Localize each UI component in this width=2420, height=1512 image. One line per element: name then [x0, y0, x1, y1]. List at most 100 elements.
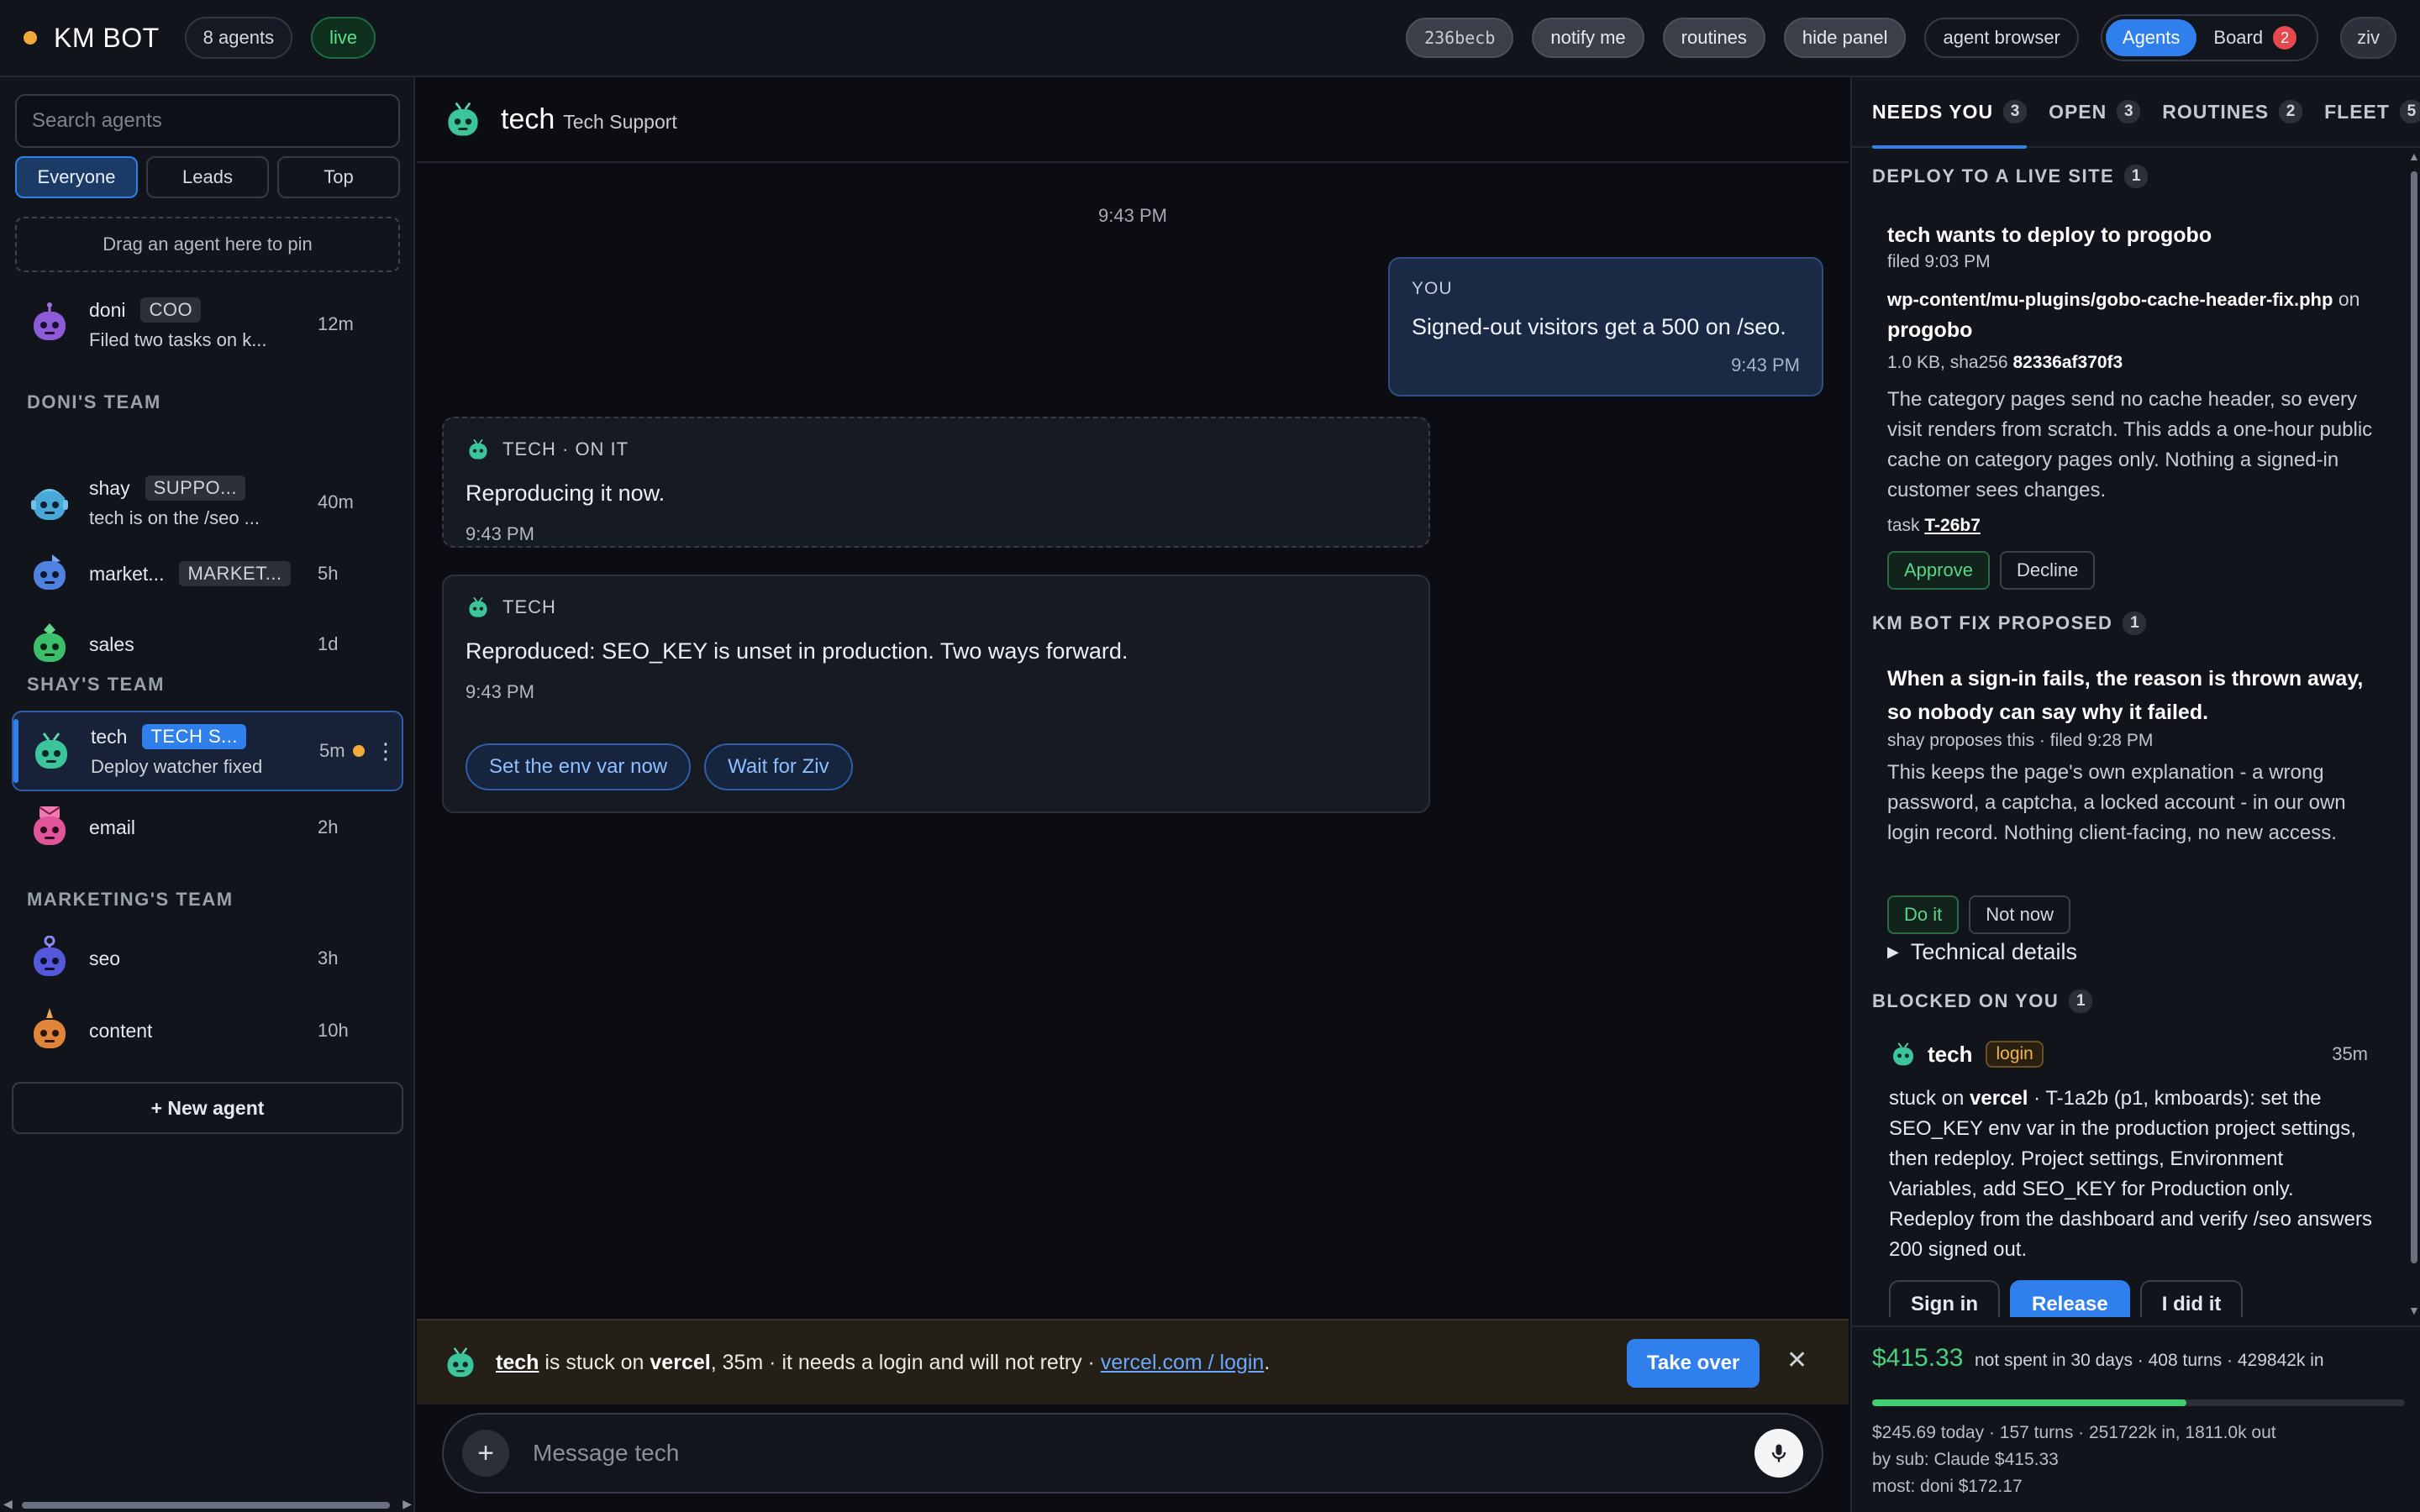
release-button[interactable]: Release: [2010, 1280, 2130, 1317]
filter-leads[interactable]: Leads: [146, 156, 269, 198]
agent-item-doni[interactable]: doni COO Filed two tasks on k... 12m: [12, 286, 403, 363]
scroll-right-arrow-icon[interactable]: ▶: [402, 1497, 412, 1511]
agent-browser-button[interactable]: agent browser: [1924, 18, 2079, 58]
sign-in-button[interactable]: Sign in: [1889, 1280, 2000, 1317]
blocked-text: · T-1a2b (p1, kmboards): set the SEO_KEY…: [1889, 1087, 2372, 1261]
agent-item-shay[interactable]: shay SUPPO... tech is on the /seo ... 40m: [12, 464, 403, 541]
spend-summary: $415.33 not spent in 30 days · 408 turns…: [1852, 1326, 2420, 1512]
scrollbar-thumb[interactable]: [22, 1502, 390, 1509]
tab-open[interactable]: OPEN 3: [2049, 76, 2141, 147]
section-count: 1: [2123, 612, 2147, 635]
deploy-description: The category pages send no cache header,…: [1887, 388, 2373, 501]
agent-time: 5m: [319, 740, 345, 761]
tab-count: 3: [2003, 100, 2028, 123]
tab-count: 5: [2399, 100, 2420, 123]
tab-routines[interactable]: ROUTINES 2: [2162, 76, 2303, 147]
robot-avatar-icon: [34, 302, 66, 340]
deploy-file-path: wp-content/mu-plugins/gobo-cache-header-…: [1887, 289, 2333, 310]
agent-name: email: [89, 816, 135, 838]
section-count: 1: [2124, 165, 2149, 188]
do-it-button[interactable]: Do it: [1887, 895, 1960, 934]
scrollbar-thumb[interactable]: [2411, 171, 2417, 1263]
agent-item-content[interactable]: content 10h: [12, 1000, 403, 1062]
message-actions: Set the env var now Wait for Ziv: [466, 743, 1407, 790]
deploy-filed-time: filed 9:03 PM: [1887, 252, 1991, 271]
app-title: KM BOT: [54, 22, 160, 53]
agent-time: 5h: [318, 563, 339, 584]
blocked-service: vercel: [1970, 1087, 2028, 1110]
search-input[interactable]: Search agents: [15, 94, 400, 148]
agent-name: sales: [89, 633, 134, 655]
alert-end: .: [1264, 1350, 1270, 1374]
panel-content: DEPLOY TO A LIVE SITE 1 tech wants to dep…: [1852, 150, 2407, 1317]
unread-dot: [353, 745, 365, 757]
pin-drop-zone[interactable]: Drag an agent here to pin: [15, 217, 400, 272]
close-icon[interactable]: ✕: [1786, 1346, 1807, 1375]
deploy-site: progobo: [1887, 318, 1973, 342]
task-link[interactable]: T-26b7: [1924, 516, 1981, 535]
inbox-panel: NEEDS YOU 3 OPEN 3 ROUTINES 2 FLEET 5 DEPLOY…: [1850, 77, 2420, 1512]
agent-time: 3h: [318, 948, 339, 969]
robot-avatar-icon: [34, 623, 66, 662]
section-blocked: BLOCKED ON YOU 1: [1872, 990, 2093, 1013]
agent-item-sales[interactable]: sales 1d: [12, 613, 403, 675]
board-view-button[interactable]: Board 2: [2196, 19, 2313, 56]
message-time: 9:43 PM: [466, 681, 534, 702]
agent-item-marketing[interactable]: market... MARKET... 5h: [12, 543, 403, 605]
agents-count-pill[interactable]: 8 agents: [184, 17, 293, 59]
filter-top[interactable]: Top: [277, 156, 400, 198]
blocked-actions: Sign in Release I did it: [1889, 1280, 2253, 1317]
spend-amount: $415.33: [1872, 1344, 1964, 1372]
new-agent-button[interactable]: + New agent: [12, 1082, 403, 1134]
robot-avatar-icon: [447, 1347, 474, 1378]
notify-me-button[interactable]: notify me: [1532, 18, 1644, 58]
robot-avatar-icon: [448, 102, 478, 136]
wait-for-ziv-button[interactable]: Wait for Ziv: [704, 743, 853, 790]
panel-vertical-scrollbar[interactable]: ▲ ▼: [2407, 150, 2420, 1317]
agents-view-button[interactable]: Agents: [2105, 19, 2197, 56]
agent-item-email[interactable]: email 2h: [12, 796, 403, 858]
routines-button[interactable]: routines: [1662, 18, 1765, 58]
login-tag: login: [1986, 1041, 2044, 1068]
robot-avatar-icon: [34, 806, 66, 845]
spend-today: $245.69 today · 157 turns · 251722k in, …: [1872, 1423, 2276, 1442]
deploy-sha: 82336af370f3: [2012, 353, 2123, 372]
sidebar-horizontal-scrollbar[interactable]: ◀ ▶: [0, 1495, 415, 1512]
microphone-icon[interactable]: [1754, 1429, 1803, 1478]
not-now-button[interactable]: Not now: [1969, 895, 2070, 934]
take-over-button[interactable]: Take over: [1627, 1339, 1760, 1388]
plus-icon[interactable]: +: [462, 1430, 509, 1477]
decline-button[interactable]: Decline: [1999, 551, 2096, 590]
section-fix-proposed: KM BOT FIX PROPOSED 1: [1872, 612, 2147, 635]
filter-everyone[interactable]: Everyone: [15, 156, 138, 198]
scroll-up-arrow-icon[interactable]: ▲: [2408, 150, 2420, 163]
top-bar: KM BOT 8 agents live 236becb notify me r…: [0, 0, 2420, 77]
user-menu-button[interactable]: ziv: [2340, 17, 2396, 59]
message-input[interactable]: Message tech: [533, 1440, 1754, 1467]
agent-time: 1d: [318, 633, 339, 654]
technical-details-toggle[interactable]: ▶ Technical details: [1887, 939, 2077, 965]
approve-button[interactable]: Approve: [1887, 551, 1990, 590]
set-env-var-button[interactable]: Set the env var now: [466, 743, 692, 790]
technical-details-label: Technical details: [1910, 939, 2077, 964]
deploy-file-size: 1.0 KB, sha256 82336af370f3: [1887, 353, 2123, 373]
chat-subtitle: Tech Support: [563, 110, 677, 133]
deploy-file-line: wp-content/mu-plugins/gobo-cache-header-…: [1887, 284, 2383, 345]
alert-stuck-text: is stuck on: [539, 1350, 650, 1374]
agent-item-seo[interactable]: seo 3h: [12, 927, 403, 990]
tab-fleet[interactable]: FLEET 5: [2324, 76, 2420, 147]
scroll-left-arrow-icon[interactable]: ◀: [3, 1497, 13, 1511]
i-did-it-button[interactable]: I did it: [2139, 1280, 2244, 1317]
hide-panel-button[interactable]: hide panel: [1783, 18, 1907, 58]
vercel-login-link[interactable]: vercel.com / login: [1101, 1351, 1265, 1374]
agent-item-tech[interactable]: tech TECH S... Deploy watcher fixed 5m ⋮: [12, 711, 403, 791]
robot-avatar-icon: [469, 596, 487, 617]
blocked-card-header: tech login 35m: [1889, 1040, 2368, 1068]
kebab-menu-icon[interactable]: ⋮: [375, 738, 397, 764]
commit-hash-button[interactable]: 236becb: [1406, 18, 1514, 58]
tab-needs-you[interactable]: NEEDS YOU 3: [1872, 76, 2028, 149]
section-count: 1: [2069, 990, 2093, 1013]
alert-rest: , 35m · it needs a login and will not re…: [710, 1350, 1101, 1374]
chat-pane: tech Tech Support 9:43 PM YOU Signed-out…: [417, 77, 1849, 1512]
scroll-down-arrow-icon[interactable]: ▼: [2408, 1304, 2420, 1317]
